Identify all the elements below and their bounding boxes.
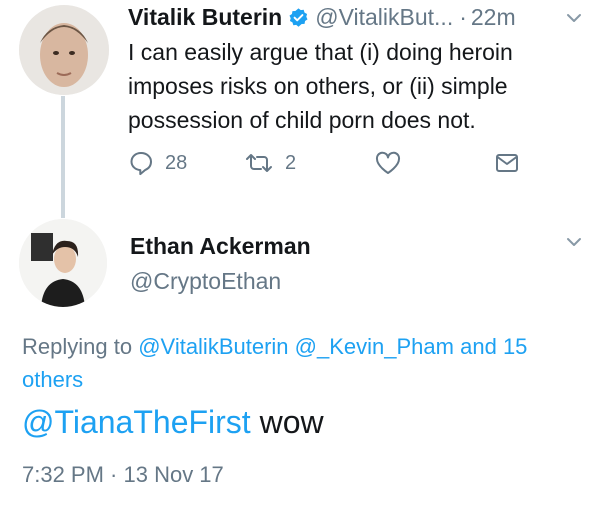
- direct-message-button[interactable]: [494, 150, 520, 176]
- tweet-actions: 28 2: [128, 150, 538, 180]
- retweet-count: 2: [285, 151, 297, 174]
- author-name[interactable]: Ethan Ackerman: [130, 233, 311, 260]
- chevron-down-icon[interactable]: [564, 8, 584, 28]
- reply-icon: [130, 152, 152, 176]
- author-handle[interactable]: @VitalikBut...: [315, 4, 453, 31]
- author-handle[interactable]: @CryptoEthan: [130, 268, 281, 295]
- mention-link[interactable]: @TianaTheFirst: [22, 404, 251, 440]
- author-name[interactable]: Vitalik Buterin: [128, 4, 282, 31]
- tweet-text: I can easily argue that (i) doing heroin…: [128, 39, 513, 133]
- verified-badge-icon: [289, 7, 308, 27]
- separator-dot: ·: [459, 3, 467, 30]
- replying-and[interactable]: and: [460, 334, 497, 359]
- heart-icon: [375, 151, 401, 174]
- avatar[interactable]: [19, 219, 107, 307]
- replying-to-line: Replying to @VitalikButerin @_Kevin_Pham…: [22, 330, 582, 396]
- retweet-button[interactable]: 2: [244, 150, 296, 176]
- reply-tweet-text: @TianaTheFirst wow: [22, 404, 324, 441]
- avatar[interactable]: [19, 5, 109, 95]
- reply-body-text: wow: [250, 404, 324, 440]
- replying-user-link[interactable]: @VitalikButerin: [138, 334, 288, 359]
- avatar-ethan-image: [19, 219, 107, 307]
- reply-button[interactable]: 28: [128, 150, 187, 176]
- avatar-vitalik-image: [19, 5, 109, 95]
- direct-message-icon: [496, 154, 518, 172]
- thread-connector-line: [61, 96, 65, 218]
- chevron-down-icon[interactable]: [564, 232, 584, 252]
- replying-prefix: Replying to: [22, 334, 133, 359]
- tweet-header: Vitalik Buterin @VitalikBut... · 22m: [128, 4, 516, 30]
- tweet-timestamp[interactable]: 7:32 PM · 13 Nov 17: [22, 462, 224, 488]
- like-button[interactable]: [374, 150, 402, 176]
- retweet-icon: [246, 154, 272, 172]
- tweet-time[interactable]: 22m: [471, 4, 516, 31]
- replying-user-link[interactable]: @_Kevin_Pham: [295, 334, 454, 359]
- reply-count: 28: [165, 151, 188, 174]
